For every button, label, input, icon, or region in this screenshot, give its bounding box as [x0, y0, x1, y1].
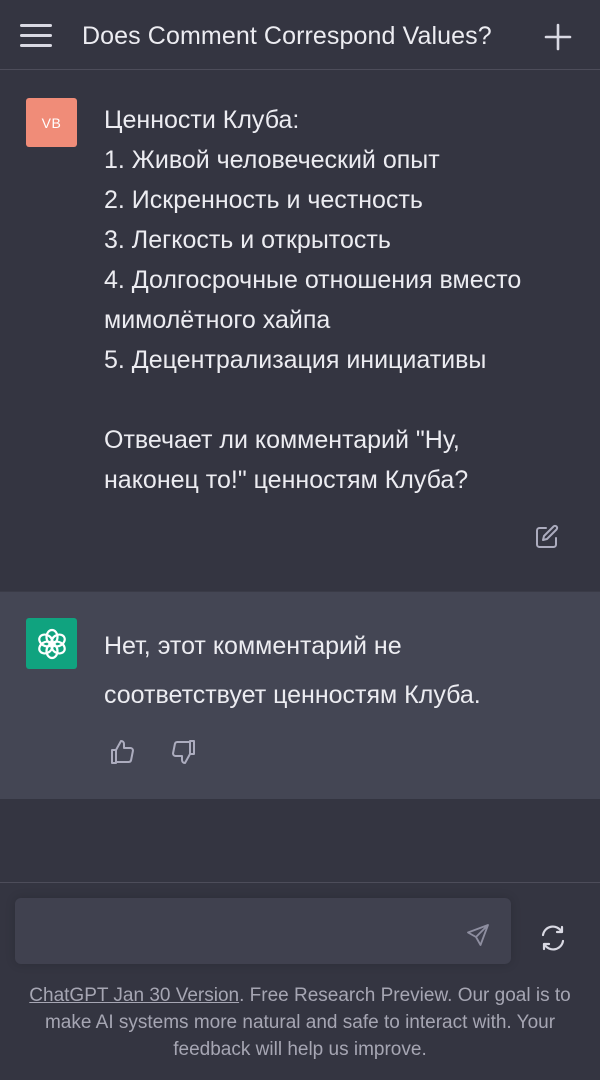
assistant-message-text: Нет, этот комментарий не соответствует ц…	[104, 622, 574, 720]
hamburger-menu-icon[interactable]	[18, 20, 54, 50]
message-input[interactable]	[31, 898, 451, 964]
user-message-line: 4. Долгосрочные отношения вместо	[104, 266, 522, 294]
user-message-line: Ценности Клуба:	[104, 106, 300, 134]
assistant-avatar	[26, 618, 77, 669]
plus-icon[interactable]	[543, 22, 573, 52]
user-question-line: Отвечает ли комментарий "Ну,	[104, 426, 460, 454]
conversation-title: Does Comment Correspond Values?	[82, 22, 492, 50]
message-input-box[interactable]	[15, 898, 511, 964]
user-message-text: Ценности Клуба: 1. Живой человеческий оп…	[104, 100, 574, 500]
footer-disclaimer: ChatGPT Jan 30 Version. Free Research Pr…	[14, 982, 586, 1063]
user-message-line: мимолётного хайпа	[104, 306, 331, 334]
user-message-line: 5. Децентрализация инициативы	[104, 346, 487, 374]
user-message-line: 2. Искренность и честность	[104, 186, 423, 214]
user-message-line: 1. Живой человеческий опыт	[104, 146, 440, 174]
openai-logo-icon	[37, 628, 66, 659]
send-icon[interactable]	[465, 922, 491, 948]
user-avatar: VB	[26, 98, 77, 147]
assistant-message-line: соответствует ценностям Клуба.	[104, 681, 481, 709]
thumbs-up-icon[interactable]	[108, 737, 138, 767]
regenerate-icon[interactable]	[538, 923, 568, 953]
assistant-message-line: Нет, этот комментарий не	[104, 632, 402, 660]
edit-icon[interactable]	[534, 524, 560, 550]
version-link[interactable]: ChatGPT Jan 30 Version	[29, 985, 239, 1006]
user-question-line: наконец то!" ценностям Клуба?	[104, 466, 469, 494]
user-message-line: 3. Легкость и открытость	[104, 226, 391, 254]
top-bar: Does Comment Correspond Values?	[0, 0, 600, 70]
thumbs-down-icon[interactable]	[168, 737, 198, 767]
